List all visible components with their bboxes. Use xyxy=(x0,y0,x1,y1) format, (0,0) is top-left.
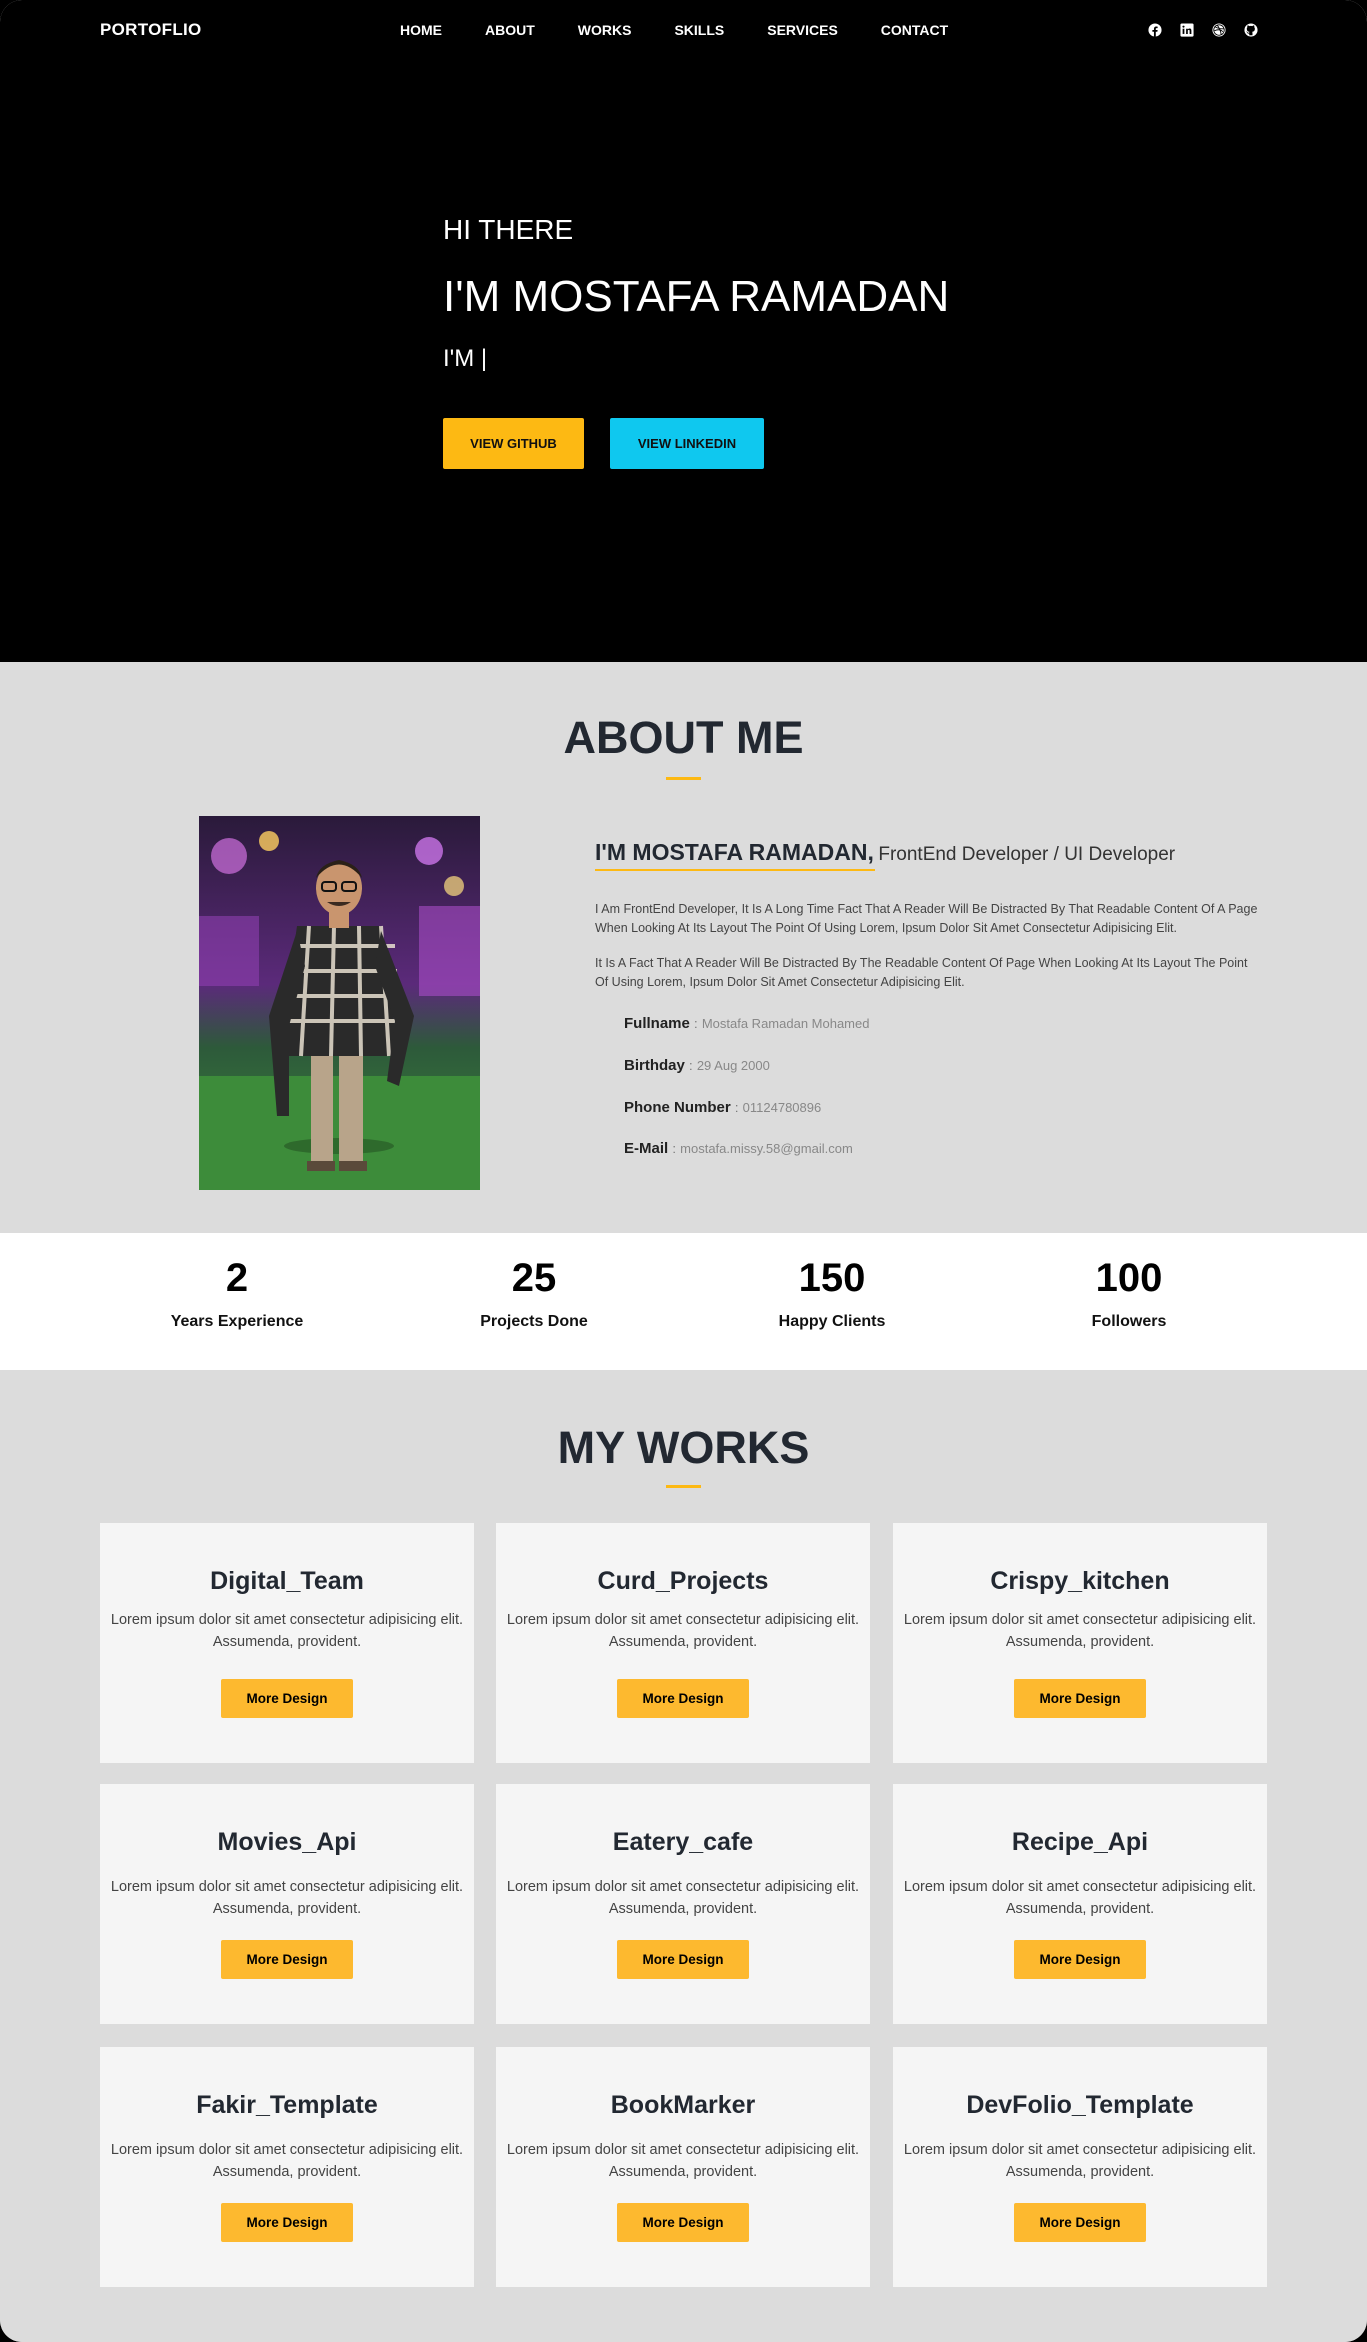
about-paragraph-2: It Is A Fact That A Reader Will Be Distr… xyxy=(595,956,1248,989)
info-separator: : xyxy=(672,1141,676,1156)
about-heading-name: I'M MOSTAFA RAMADAN, xyxy=(595,839,874,865)
work-card-description: Lorem ipsum dolor sit amet consectetur a… xyxy=(903,1879,1257,1917)
social-links xyxy=(1148,23,1258,37)
info-value: mostafa.missy.58@gmail.com xyxy=(680,1141,853,1156)
work-card-bookmarker: BookMarker Lorem ipsum dolor sit amet co… xyxy=(496,2047,870,2287)
more-design-button[interactable]: More Design xyxy=(1014,1679,1146,1718)
work-card-curd-projects: Curd_Projects Lorem ipsum dolor sit amet… xyxy=(496,1523,870,1763)
info-label: E-Mail xyxy=(624,1140,669,1157)
info-label: Birthday xyxy=(624,1057,685,1074)
work-card-description: Lorem ipsum dolor sit amet consectetur a… xyxy=(110,1879,464,1917)
stat-label: Projects Done xyxy=(480,1313,588,1330)
work-card-title: BookMarker xyxy=(610,2091,756,2119)
stat-label: Followers xyxy=(1091,1313,1167,1330)
more-design-button[interactable]: More Design xyxy=(221,1679,353,1718)
nav-link-home[interactable]: HOME xyxy=(400,22,442,38)
github-icon[interactable] xyxy=(1244,23,1258,37)
info-value: 01124780896 xyxy=(742,1100,822,1115)
nav-menu: HOME ABOUT WORKS SKILLS SERVICES CONTACT xyxy=(400,22,991,38)
works-section: MY WORKS Digital_Team Lorem ipsum dolor … xyxy=(0,1370,1367,2342)
hero-greeting: HI THERE xyxy=(443,214,574,245)
hero-typed-text: I'M | xyxy=(443,345,488,372)
portfolio-page: PORTOFLIO HOME ABOUT WORKS SKILLS SERVIC… xyxy=(0,0,1367,2342)
info-label: Phone Number xyxy=(624,1099,731,1116)
more-design-button[interactable]: More Design xyxy=(221,2203,353,2242)
nav-link-works[interactable]: WORKS xyxy=(578,22,632,38)
about-title-underline xyxy=(666,777,701,780)
info-value: Mostafa Ramadan Mohamed xyxy=(701,1016,870,1031)
stat-label: Years Experience xyxy=(170,1313,304,1330)
info-row-phone: Phone Number : 01124780896 xyxy=(624,1099,821,1116)
about-heading: I'M MOSTAFA RAMADAN, FrontEnd Developer … xyxy=(595,839,1175,866)
info-row-birthday: Birthday : 29 Aug 2000 xyxy=(624,1057,770,1074)
about-heading-underline xyxy=(595,869,875,871)
nav-link-about[interactable]: ABOUT xyxy=(485,22,535,38)
work-card-title: DevFolio_Template xyxy=(966,2091,1194,2119)
work-card-recipe-api: Recipe_Api Lorem ipsum dolor sit amet co… xyxy=(893,1784,1267,2024)
work-card-description: Lorem ipsum dolor sit amet consectetur a… xyxy=(110,1612,464,1650)
stat-followers: 100 Followers xyxy=(999,1257,1259,1331)
view-github-button[interactable]: VIEW GITHUB xyxy=(443,418,584,469)
stat-number: 150 xyxy=(798,1256,866,1300)
navbar: PORTOFLIO HOME ABOUT WORKS SKILLS SERVIC… xyxy=(0,0,1367,64)
work-card-fakir-template: Fakir_Template Lorem ipsum dolor sit ame… xyxy=(100,2047,474,2287)
about-paragraph-1: I Am FrontEnd Developer, It Is A Long Ti… xyxy=(595,902,1258,935)
work-card-title: Recipe_Api xyxy=(1011,1828,1149,1856)
more-design-button[interactable]: More Design xyxy=(617,1679,749,1718)
info-value: 29 Aug 2000 xyxy=(696,1058,770,1073)
facebook-icon[interactable] xyxy=(1148,23,1162,37)
more-design-button[interactable]: More Design xyxy=(617,1940,749,1979)
dribbble-icon[interactable] xyxy=(1212,23,1226,37)
work-card-eatery-cafe: Eatery_cafe Lorem ipsum dolor sit amet c… xyxy=(496,1784,870,2024)
work-card-description: Lorem ipsum dolor sit amet consectetur a… xyxy=(506,2142,860,2180)
info-label: Fullname xyxy=(624,1015,690,1032)
more-design-button[interactable]: More Design xyxy=(221,1940,353,1979)
nav-link-skills[interactable]: SKILLS xyxy=(674,22,724,38)
linkedin-icon[interactable] xyxy=(1180,23,1194,37)
profile-photo xyxy=(199,816,480,1190)
work-card-title: Fakir_Template xyxy=(196,2091,378,2119)
stat-label: Happy Clients xyxy=(778,1313,886,1330)
hero-name: I'M MOSTAFA RAMADAN xyxy=(443,272,950,321)
stat-happy-clients: 150 Happy Clients xyxy=(702,1257,962,1331)
work-card-description: Lorem ipsum dolor sit amet consectetur a… xyxy=(110,2142,464,2180)
work-card-movies-api: Movies_Api Lorem ipsum dolor sit amet co… xyxy=(100,1784,474,2024)
view-linkedin-button[interactable]: VIEW LINKEDIN xyxy=(610,418,764,469)
nav-link-services[interactable]: SERVICES xyxy=(767,22,838,38)
works-title: MY WORKS xyxy=(557,1422,810,1473)
info-row-email: E-Mail : mostafa.missy.58@gmail.com xyxy=(624,1140,853,1157)
info-separator: : xyxy=(734,1100,739,1115)
info-row-fullname: Fullname : Mostafa Ramadan Mohamed xyxy=(624,1015,869,1032)
work-card-title: Crispy_kitchen xyxy=(990,1567,1170,1595)
work-card-title: Movies_Api xyxy=(217,1828,357,1856)
hero-section: PORTOFLIO HOME ABOUT WORKS SKILLS SERVIC… xyxy=(0,0,1367,662)
more-design-button[interactable]: More Design xyxy=(1014,1940,1146,1979)
work-card-description: Lorem ipsum dolor sit amet consectetur a… xyxy=(903,2142,1257,2180)
work-card-description: Lorem ipsum dolor sit amet consectetur a… xyxy=(506,1879,860,1917)
about-title: ABOUT ME xyxy=(563,712,804,763)
work-card-title: Eatery_cafe xyxy=(612,1828,754,1856)
works-title-underline xyxy=(666,1485,701,1488)
stat-years-experience: 2 Years Experience xyxy=(107,1257,367,1331)
work-card-title: Digital_Team xyxy=(210,1567,364,1595)
stat-number: 25 xyxy=(511,1256,557,1300)
work-card-title: Curd_Projects xyxy=(597,1567,769,1595)
work-card-description: Lorem ipsum dolor sit amet consectetur a… xyxy=(506,1612,860,1650)
stat-number: 2 xyxy=(225,1256,249,1300)
stat-number: 100 xyxy=(1095,1256,1163,1300)
more-design-button[interactable]: More Design xyxy=(617,2203,749,2242)
work-card-devfolio-template: DevFolio_Template Lorem ipsum dolor sit … xyxy=(893,2047,1267,2287)
info-separator: : xyxy=(689,1058,693,1073)
info-separator: : xyxy=(694,1016,698,1031)
work-card-digital-team: Digital_Team Lorem ipsum dolor sit amet … xyxy=(100,1523,474,1763)
brand-logo[interactable]: PORTOFLIO xyxy=(100,20,202,40)
work-card-description: Lorem ipsum dolor sit amet consectetur a… xyxy=(903,1612,1257,1650)
about-heading-role: FrontEnd Developer / UI Developer xyxy=(878,844,1176,865)
work-card-crispy-kitchen: Crispy_kitchen Lorem ipsum dolor sit ame… xyxy=(893,1523,1267,1763)
nav-link-contact[interactable]: CONTACT xyxy=(881,22,948,38)
more-design-button[interactable]: More Design xyxy=(1014,2203,1146,2242)
about-section: ABOUT ME I'M MOSTAFA RAMADAN, FrontEnd D… xyxy=(0,662,1367,1233)
stat-projects-done: 25 Projects Done xyxy=(404,1257,664,1331)
stats-section: 2 Years Experience 25 Projects Done 150 … xyxy=(0,1233,1367,1370)
